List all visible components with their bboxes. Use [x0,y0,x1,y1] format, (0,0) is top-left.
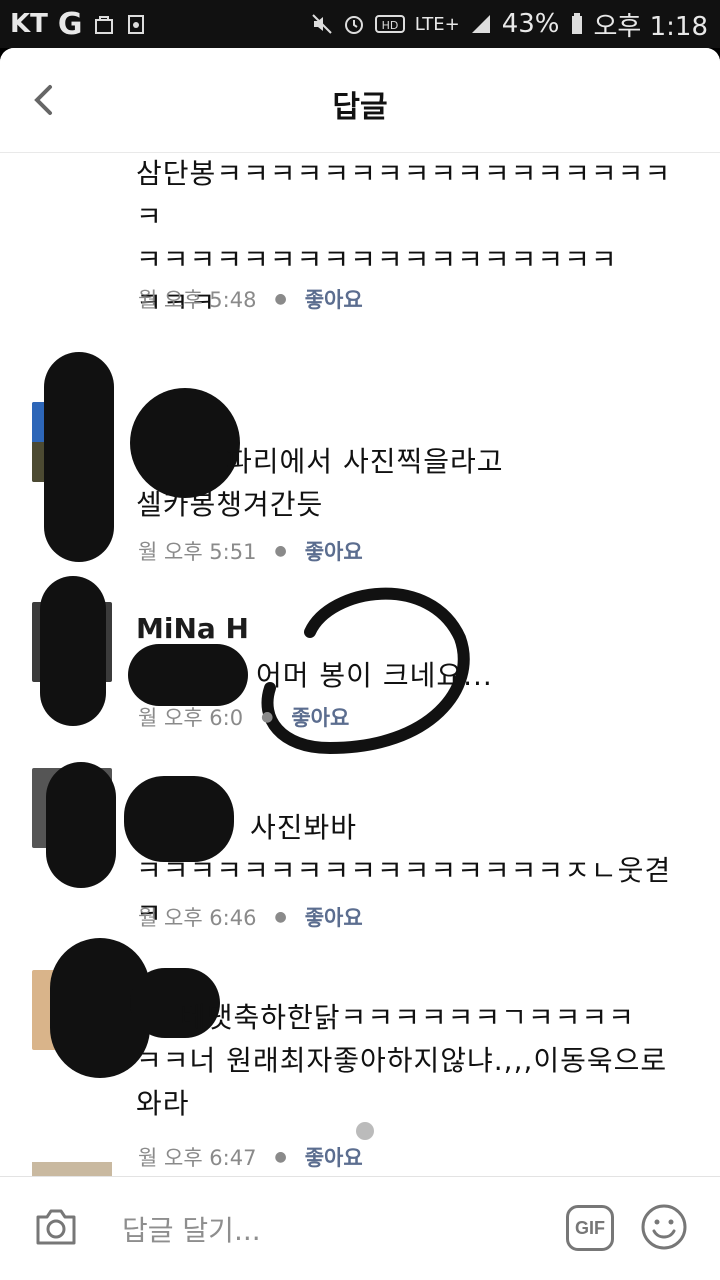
like-button[interactable]: 좋아요 [305,536,363,566]
bag-icon [94,16,113,34]
comment-meta: 월 오후 5:51 ● 좋아요 [138,536,363,566]
header: 답글 [0,48,720,153]
comment-list[interactable]: 삼단봉ㅋㅋㅋㅋㅋㅋㅋㅋㅋㅋㅋㅋㅋㅋㅋㅋㅋㅋ ㅋㅋㅋㅋㅋㅋㅋㅋㅋㅋㅋㅋㅋㅋㅋㅋㅋㅋ… [0,152,720,1176]
mute-icon [311,14,332,34]
network-g-label: G [57,6,83,42]
like-button[interactable]: 좋아요 [305,284,363,314]
scroll-indicator [356,1122,374,1140]
redaction-scribble [44,352,114,562]
comment-text: 베댓축하한닭ㅋㅋㅋㅋㅋㅋㄱㅋㅋㅋㅋ ㅋㅋ너 원래최자좋아하지않냐.,,,이동욱으… [136,1001,668,1120]
signal-icon [471,15,490,33]
comment-time: 월 오후 5:51 [138,540,257,564]
redaction-scribble [46,762,116,888]
redaction-scribble [40,576,106,726]
separator-dot: ● [274,1149,287,1165]
comment-meta: 월 오후 5:48 ● 좋아요 [138,284,363,314]
separator-dot: ● [274,909,287,925]
gif-button[interactable]: GIF [566,1205,614,1251]
battery-percent: 43% [501,9,560,39]
comment-meta: 월 오후 6:0 ● 좋아요 [138,702,349,732]
battery-icon [571,13,582,34]
recycle-icon [127,15,144,34]
commenter-name[interactable]: MiNa H [136,612,249,645]
svg-text:HD: HD [381,19,398,32]
comment-time: 월 오후 6:0 [138,706,244,730]
comment-time: 월 오후 6:46 [138,906,257,930]
carrier-label: KT [10,9,48,39]
hd-icon: HD [374,15,405,33]
like-button[interactable]: 좋아요 [305,902,363,932]
separator-dot: ● [274,291,287,307]
reply-input[interactable] [120,1207,544,1253]
comment-time: 월 오후 6:47 [138,1146,257,1170]
alarm-icon [344,16,363,34]
comment-meta: 월 오후 6:47 ● 좋아요 [138,1142,363,1172]
replies-sheet: 답글 삼단봉ㅋㅋㅋㅋㅋㅋㅋㅋㅋㅋㅋㅋㅋㅋㅋㅋㅋㅋ ㅋㅋㅋㅋㅋㅋㅋㅋㅋㅋㅋㅋㅋㅋㅋ… [0,48,720,1280]
status-bar: KT G HD LTE+ 43% 오후 1:18 [0,0,720,48]
reply-composer: GIF [0,1176,720,1280]
clock: 오후 1:18 [593,11,709,42]
like-button[interactable]: 좋아요 [291,702,349,732]
separator-dot: ● [261,709,274,725]
separator-dot: ● [274,543,287,559]
comment-time: 월 오후 5:48 [138,288,257,312]
comment-text: 파리에서 사진찍을라고 셀카봉챙겨간듯 [136,445,504,521]
network-type-label: LTE+ [414,13,460,35]
comment-meta: 월 오후 6:46 ● 좋아요 [138,902,363,932]
smiley-icon[interactable] [640,1203,688,1251]
next-avatar-partial [32,1162,112,1176]
like-button[interactable]: 좋아요 [305,1142,363,1172]
page-title: 답글 [332,90,388,125]
camera-icon[interactable] [32,1203,80,1251]
